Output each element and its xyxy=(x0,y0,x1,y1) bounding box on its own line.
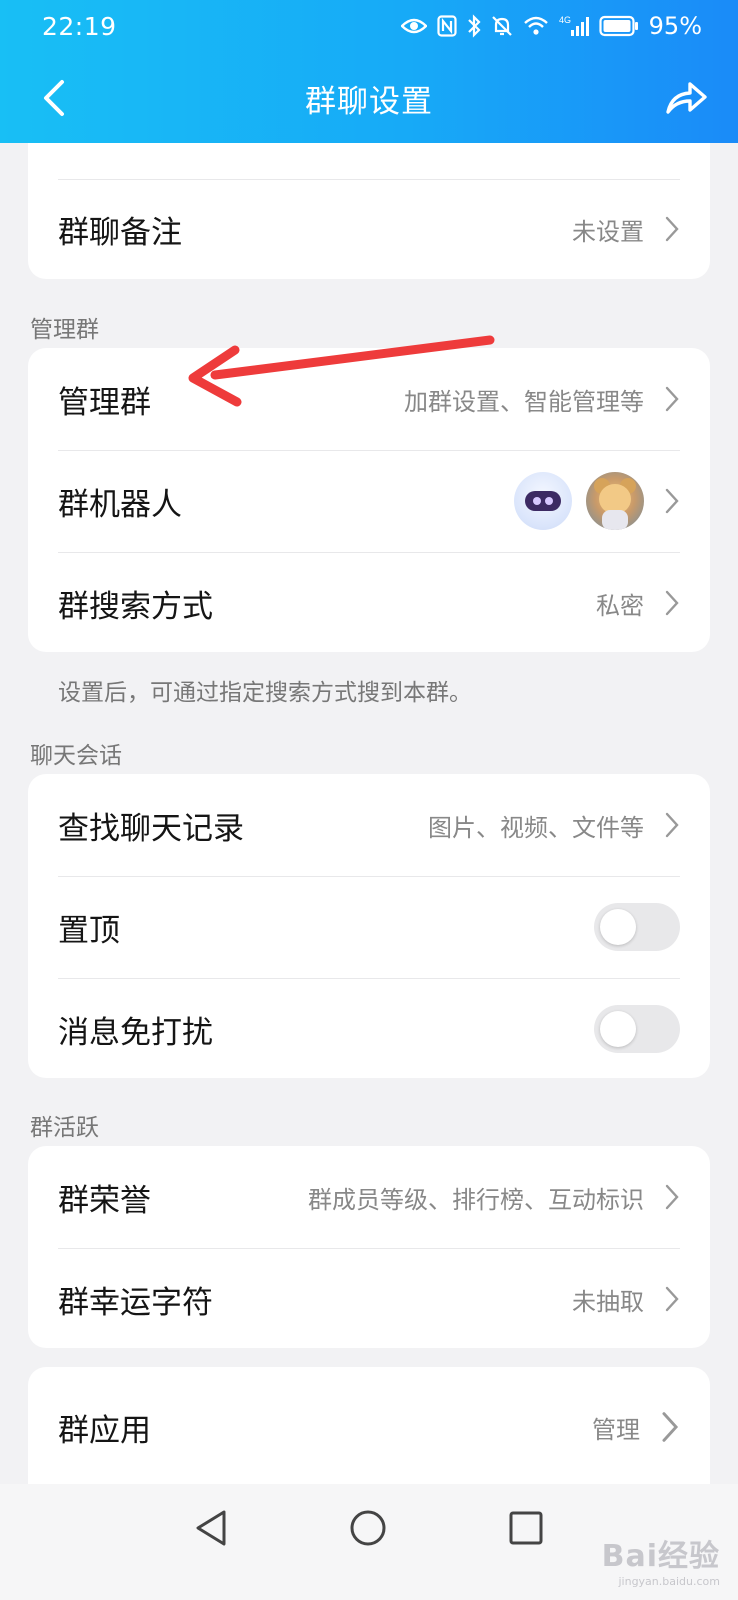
group-apps-label: 群应用 xyxy=(58,1412,151,1449)
annotation-arrow xyxy=(188,335,495,407)
battery-percent: 95% xyxy=(648,12,702,40)
group-apps-value: 管理 xyxy=(592,1415,640,1444)
chevron-right-icon xyxy=(665,812,679,838)
manage-group-label: 管理群 xyxy=(58,384,151,421)
chat-card: 查找聊天记录 图片、视频、文件等 置顶 消息免打扰 xyxy=(28,774,710,1078)
chevron-right-icon xyxy=(665,1286,679,1312)
wifi-icon xyxy=(523,16,548,35)
nav-recents-icon[interactable] xyxy=(506,1508,546,1548)
mute-row: 消息免打扰 xyxy=(28,978,710,1078)
eye-icon xyxy=(400,18,427,34)
lucky-char-label: 群幸运字符 xyxy=(58,1284,213,1321)
group-search-label: 群搜索方式 xyxy=(58,588,213,625)
section-title-activity: 群活跃 xyxy=(30,1115,99,1141)
group-search-value: 私密 xyxy=(596,591,644,620)
lucky-char-value: 未抽取 xyxy=(572,1287,644,1316)
pet-avatar xyxy=(586,472,644,530)
chevron-right-icon xyxy=(665,590,679,616)
battery-icon xyxy=(599,15,638,37)
chevron-right-icon xyxy=(665,1184,679,1210)
robot-avatars xyxy=(514,472,644,530)
chevron-right-icon xyxy=(662,1412,679,1442)
search-history-row[interactable]: 查找聊天记录 图片、视频、文件等 xyxy=(28,774,710,876)
back-arrow-icon[interactable] xyxy=(36,76,76,120)
group-remark-row[interactable]: 群聊备注 未设置 xyxy=(28,179,710,279)
section-title-manage: 管理群 xyxy=(30,317,99,343)
group-apps-row[interactable]: 群应用 管理 xyxy=(28,1367,710,1487)
share-icon[interactable] xyxy=(664,78,708,118)
group-robot-label: 群机器人 xyxy=(58,486,182,523)
search-hint: 设置后，可通过指定搜索方式搜到本群。 xyxy=(58,680,472,706)
nav-bar: 群聊设置 xyxy=(0,58,738,138)
lucky-char-row[interactable]: 群幸运字符 未抽取 xyxy=(28,1248,710,1348)
group-search-row[interactable]: 群搜索方式 私密 xyxy=(28,552,710,652)
chevron-right-icon xyxy=(665,216,679,242)
watermark-brand: Bai经验 xyxy=(601,1539,720,1574)
toggle-knob xyxy=(600,909,636,945)
search-history-value: 图片、视频、文件等 xyxy=(428,813,644,842)
group-honor-row[interactable]: 群荣誉 群成员等级、排行榜、互动标识 xyxy=(28,1146,710,1248)
status-time: 22:19 xyxy=(42,11,117,41)
group-honor-label: 群荣誉 xyxy=(58,1182,151,1219)
page-title: 群聊设置 xyxy=(305,83,433,120)
chevron-right-icon xyxy=(665,488,679,514)
nav-back-icon[interactable] xyxy=(192,1508,232,1548)
mute-toggle[interactable] xyxy=(594,1005,680,1053)
group-honor-value: 群成员等级、排行榜、互动标识 xyxy=(308,1185,644,1214)
apps-card: 群应用 管理 xyxy=(28,1367,710,1487)
group-remark-label: 群聊备注 xyxy=(58,214,182,251)
baidu-watermark: Bai经验 jingyan.baidu.com xyxy=(602,1531,720,1588)
group-robot-row[interactable]: 群机器人 xyxy=(28,450,710,552)
group-remark-value: 未设置 xyxy=(572,217,644,246)
mute-bell-icon xyxy=(491,16,512,36)
nfc-icon xyxy=(437,15,457,37)
activity-card: 群荣誉 群成员等级、排行榜、互动标识 群幸运字符 未抽取 xyxy=(28,1146,710,1348)
network-type-label: 4G xyxy=(559,15,571,25)
top-bar: 22:19 4G 95% 群聊设置 xyxy=(0,0,738,143)
toggle-knob xyxy=(600,1011,636,1047)
chevron-right-icon xyxy=(665,386,679,412)
robot-avatar xyxy=(514,472,572,530)
pin-toggle[interactable] xyxy=(594,903,680,951)
status-bar: 22:19 4G 95% xyxy=(0,0,738,52)
bluetooth-icon xyxy=(467,14,481,38)
signal-icon: 4G xyxy=(559,15,589,36)
hidden-row-top xyxy=(28,143,710,179)
watermark-url: jingyan.baidu.com xyxy=(618,1575,720,1588)
search-history-label: 查找聊天记录 xyxy=(58,810,244,847)
nav-home-icon[interactable] xyxy=(348,1508,388,1548)
mute-label: 消息免打扰 xyxy=(58,1014,213,1051)
system-nav-bar: Bai经验 jingyan.baidu.com xyxy=(0,1484,738,1600)
status-icons: 4G 95% xyxy=(400,12,702,40)
group-info-card: 群聊备注 未设置 xyxy=(28,143,710,279)
pin-row: 置顶 xyxy=(28,876,710,978)
section-title-chat: 聊天会话 xyxy=(30,743,122,769)
pin-label: 置顶 xyxy=(58,912,120,949)
